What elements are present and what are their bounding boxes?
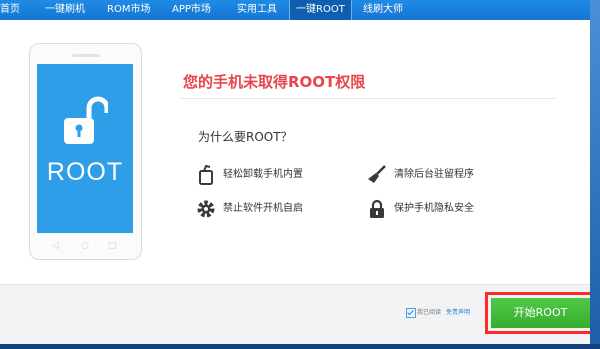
trash-icon [199, 165, 213, 185]
feature-label: 禁止软件开机自启 [223, 203, 303, 214]
desktop-background-edge [590, 0, 600, 349]
tab-home[interactable]: 首页 [0, 0, 20, 20]
title-divider [180, 98, 556, 99]
recent-key-icon: □ [108, 241, 117, 251]
tab-app-market[interactable]: APP市场 [172, 0, 211, 20]
tab-utilities[interactable]: 实用工具 [237, 0, 277, 20]
tab-rom-market[interactable]: ROM市场 [107, 0, 150, 20]
broom-icon [368, 165, 386, 183]
gear-icon [197, 200, 215, 218]
page-title: 您的手机未取得ROOT权限 [183, 73, 366, 91]
agree-checkbox[interactable] [406, 308, 416, 318]
top-nav-bar: 首页 一键刷机 ROM市场 APP市场 实用工具 一键ROOT 线刷大师 [0, 0, 600, 20]
phone-illustration: ROOT ◁ ○ □ [29, 43, 142, 260]
tab-one-click-flash[interactable]: 一键刷机 [45, 0, 85, 20]
phone-nav-keys: ◁ ○ □ [52, 241, 118, 251]
tab-line-flash-master[interactable]: 线刷大师 [363, 0, 403, 20]
phone-speaker [72, 54, 100, 57]
start-root-button[interactable]: 开始ROOT [491, 298, 590, 328]
section-subtitle: 为什么要ROOT？ [198, 130, 293, 144]
disclaimer-link[interactable]: 免责声明 [446, 307, 470, 319]
phone-screen: ROOT [37, 64, 133, 233]
unlocked-padlock-icon [64, 96, 108, 144]
home-key-icon: ○ [81, 241, 89, 251]
phone-root-label: ROOT [46, 158, 124, 186]
lock-icon [370, 199, 384, 218]
desktop-taskbar-strip [0, 344, 600, 349]
agree-label: 我已阅读 [417, 309, 442, 316]
back-key-icon: ◁ [52, 241, 59, 251]
tab-one-click-root[interactable]: 一键ROOT [289, 0, 352, 20]
feature-label: 轻松卸载手机内置 [223, 169, 303, 180]
feature-label: 清除后台驻留程序 [394, 169, 474, 180]
feature-label: 保护手机隐私安全 [394, 203, 474, 214]
start-button-highlight: 开始ROOT [485, 292, 596, 334]
